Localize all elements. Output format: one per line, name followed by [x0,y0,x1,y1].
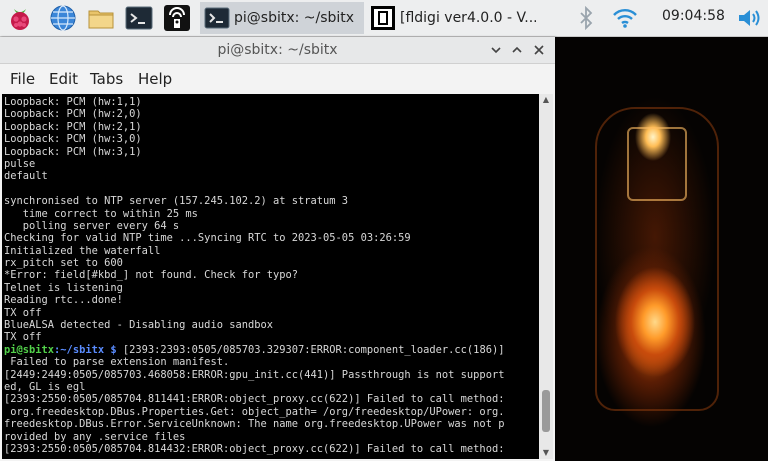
terminal-line: freedesktop.DBus.Error.ServiceUnknown: T… [4,418,505,431]
terminal-line: [2393:2550:0505/085704.814432:ERROR:obje… [4,442,505,455]
minimize-button[interactable] [487,41,505,59]
terminal-line: pulse [4,157,36,170]
terminal-window: pi@sbitx: ~/sbitx File Edit Tabs Help Lo… [0,37,555,461]
scroll-down-arrow-icon[interactable]: ▼ [539,447,553,459]
close-button[interactable] [530,41,548,59]
task-label: pi@sbitx: ~/sbitx [234,10,355,26]
prompt-command-output: [2393:2393:0505/085703.329307:ERROR:comp… [116,343,505,356]
terminal-line: Telnet is listening [4,281,123,294]
radio-app-icon[interactable] [162,3,192,33]
terminal-icon[interactable] [124,3,154,33]
terminal-line: polling server every 64 s [4,219,180,232]
scroll-up-arrow-icon[interactable]: ▲ [539,94,553,106]
terminal-line: rx_pitch set to 600 [4,257,123,270]
menu-tabs[interactable]: Tabs [90,70,123,88]
terminal-line: time correct to within 25 ms [4,207,198,220]
window-title: pi@sbitx: ~/sbitx [217,42,338,58]
terminal-line: Failed to parse extension manifest. [4,356,230,369]
terminal-line: org.freedesktop.DBus.Properties.Get: obj… [4,405,505,418]
terminal-line: Loopback: PCM (hw:3,0) [4,133,142,146]
terminal-line: Loopback: PCM (hw:2,0) [4,108,142,121]
terminal-line: synchronised to NTP server (157.245.102.… [4,195,349,208]
bluetooth-icon[interactable] [579,5,593,34]
task-label: [fldigi ver4.0.0 - V... [400,10,536,26]
terminal-line: Initialized the waterfall [4,244,161,257]
task-fldigi[interactable]: [fldigi ver4.0.0 - V... [366,2,536,34]
terminal-output[interactable]: Loopback: PCM (hw:1,1) Loopback: PCM (hw:… [2,94,539,459]
volume-icon[interactable] [737,7,763,33]
scrollbar[interactable]: ▲ ▼ [539,94,553,459]
terminal-line: rovided by any .service files [4,430,186,443]
menu-edit[interactable]: Edit [49,70,78,88]
taskbar: pi@sbitx: ~/sbitx [fldigi ver4.0.0 - V..… [0,0,768,37]
scrollbar-thumb[interactable] [542,390,550,432]
menu-file[interactable]: File [10,70,35,88]
terminal-line: Loopback: PCM (hw:1,1) [4,96,142,108]
tube-anode [627,127,687,201]
prompt-path: :~/sbitx $ [54,343,117,356]
wifi-icon[interactable] [612,7,638,33]
fldigi-icon [370,5,396,31]
terminal-line: Checking for valid NTP time ...Syncing R… [4,232,411,245]
web-browser-icon[interactable] [48,3,78,33]
raspberry-menu-icon[interactable] [5,3,35,33]
task-terminal[interactable]: pi@sbitx: ~/sbitx [200,2,364,34]
menu-help[interactable]: Help [138,70,172,88]
terminal-line: Loopback: PCM (hw:3,1) [4,145,142,158]
terminal-line: ed, GL is egl [4,380,86,393]
terminal-icon [204,5,230,31]
terminal-line: *Error: field[#kbd_] not found. Check fo… [4,269,299,282]
terminal-line: default [4,170,48,183]
terminal-text: Loopback: PCM (hw:1,1) Loopback: PCM (hw:… [4,96,504,455]
maximize-button[interactable] [508,41,526,59]
terminal-line: Loopback: PCM (hw:2,1) [4,120,142,133]
terminal-line: [2449:2449:0505/085703.468058:ERROR:gpu_… [4,368,505,381]
desktop-wallpaper [555,37,768,461]
terminal-line: BlueALSA detected - Disabling audio sand… [4,319,273,332]
terminal-prompt-line: pi@sbitx:~/sbitx $ [2393:2393:0505/08570… [4,344,504,356]
terminal-line: TX off [4,331,42,344]
prompt-user: pi@sbitx [4,343,55,356]
title-bar[interactable]: pi@sbitx: ~/sbitx [0,37,555,64]
menu-bar: File Edit Tabs Help [0,64,555,94]
file-manager-icon[interactable] [86,3,116,33]
clock[interactable]: 09:04:58 [662,8,725,24]
terminal-line: [2393:2550:0505/085704.811441:ERROR:obje… [4,393,505,406]
terminal-line: TX off [4,306,42,319]
terminal-line: Reading rtc...done! [4,294,123,307]
